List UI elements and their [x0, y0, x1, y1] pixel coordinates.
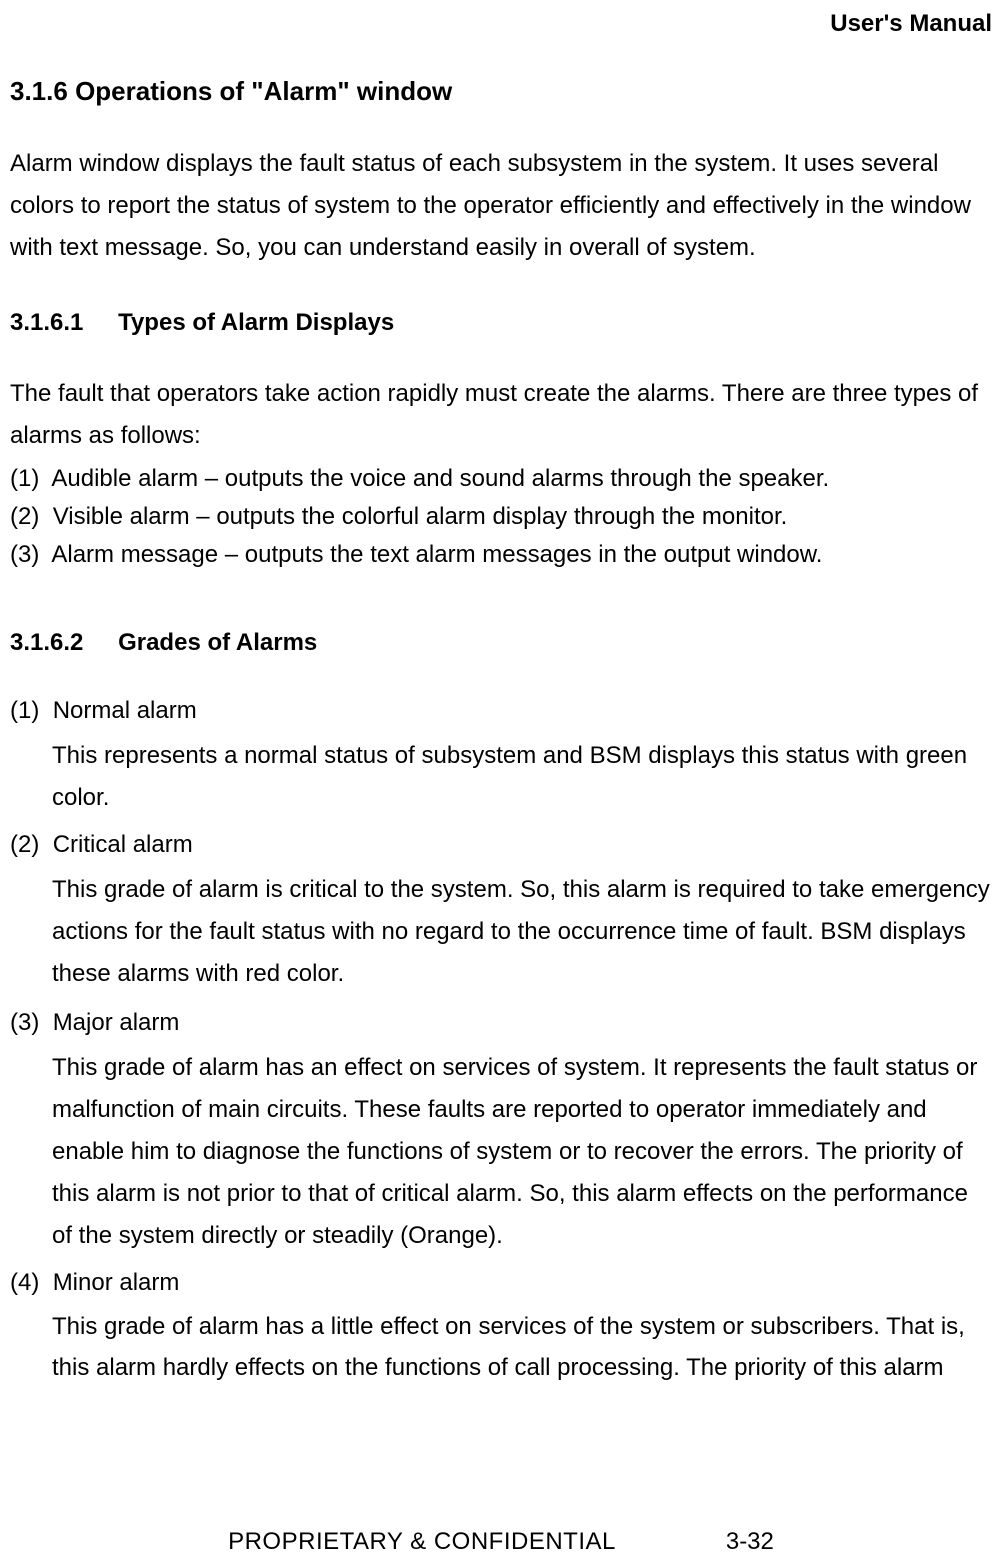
page-header-title: User's Manual [10, 10, 992, 38]
list-marker: (2) [10, 831, 39, 858]
footer-page-number: 3-32 [726, 1528, 774, 1552]
list-item: (3) Alarm message – outputs the text ala… [10, 537, 992, 573]
list-marker: (3) [10, 541, 39, 568]
subsection-1-intro: The fault that operators take action rap… [10, 373, 992, 457]
list-item: (2) Visible alarm – outputs the colorful… [10, 499, 992, 535]
grade-name: Major alarm [53, 1009, 180, 1036]
list-marker: (4) [10, 1269, 39, 1296]
grade-item: (4) Minor alarm [10, 1265, 992, 1301]
section-number: 3.1.6 [10, 76, 68, 106]
list-marker: (1) [10, 697, 39, 724]
subsection-1-title: Types of Alarm Displays [118, 309, 394, 336]
grade-body: This grade of alarm is critical to the s… [52, 869, 992, 995]
subsection-2-number: 3.1.6.2 [10, 629, 83, 657]
list-text: Alarm message – outputs the text alarm m… [51, 541, 822, 568]
footer-confidential: PROPRIETARY & CONFIDENTIAL [228, 1528, 616, 1552]
grade-item: (1) Normal alarm [10, 693, 992, 729]
subsection-2-title: Grades of Alarms [118, 629, 317, 656]
grade-item: (3) Major alarm [10, 1005, 992, 1041]
section-intro: Alarm window displays the fault status o… [10, 143, 992, 269]
grade-name: Minor alarm [53, 1269, 180, 1296]
grade-body: This grade of alarm has a little effect … [52, 1307, 992, 1389]
grade-body: This represents a normal status of subsy… [52, 735, 992, 819]
subsection-2-heading: 3.1.6.2 Grades of Alarms [10, 629, 992, 657]
list-marker: (1) [10, 465, 39, 492]
list-text: Visible alarm – outputs the colorful ala… [53, 503, 788, 530]
grade-body: This grade of alarm has an effect on ser… [52, 1047, 992, 1257]
list-item: (1) Audible alarm – outputs the voice an… [10, 461, 992, 497]
grade-item: (2) Critical alarm [10, 827, 992, 863]
section-title: Operations of "Alarm" window [75, 76, 452, 106]
list-marker: (3) [10, 1009, 39, 1036]
grade-name: Critical alarm [53, 831, 193, 858]
subsection-1-number: 3.1.6.1 [10, 309, 83, 337]
section-heading: 3.1.6 Operations of "Alarm" window [10, 76, 992, 107]
list-marker: (2) [10, 503, 39, 530]
list-text: Audible alarm – outputs the voice and so… [51, 465, 829, 492]
grade-name: Normal alarm [53, 697, 197, 724]
page-footer: PROPRIETARY & CONFIDENTIAL 3-32 [0, 1528, 1002, 1552]
subsection-1-heading: 3.1.6.1 Types of Alarm Displays [10, 309, 992, 337]
